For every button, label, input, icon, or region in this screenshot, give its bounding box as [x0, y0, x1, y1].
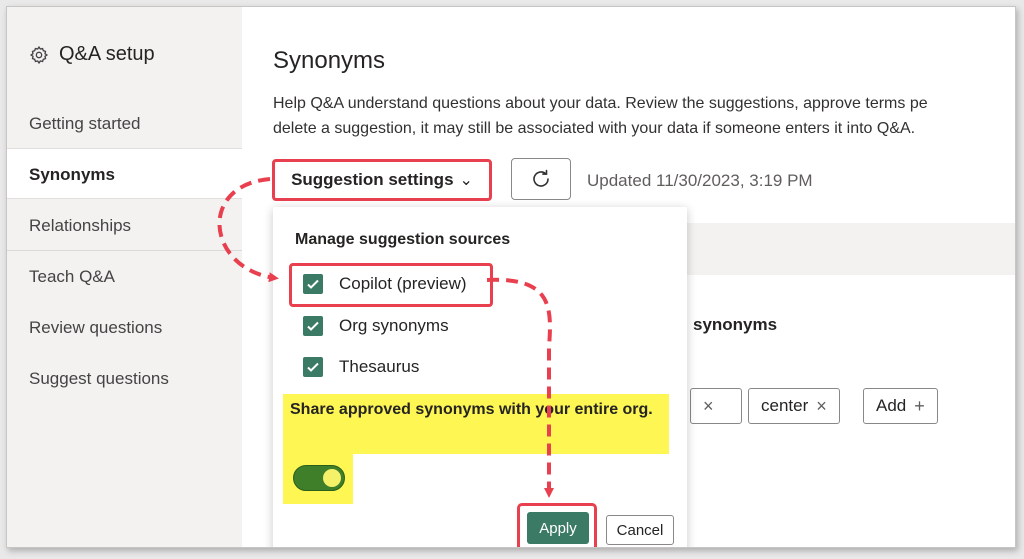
- toggle-knob: [323, 469, 341, 487]
- source-label: Copilot (preview): [339, 274, 467, 293]
- suggestion-settings-label: Suggestion settings: [291, 170, 454, 189]
- remove-icon[interactable]: ×: [703, 396, 714, 417]
- page-description: Help Q&A understand questions about your…: [273, 91, 1015, 141]
- source-copilot[interactable]: Copilot (preview): [303, 274, 467, 294]
- refresh-button[interactable]: [511, 158, 571, 200]
- sidebar-item-review-questions[interactable]: Review questions: [7, 301, 242, 352]
- column-header-synonyms: synonyms: [693, 315, 778, 334]
- sidebar-title-text: Q&A setup: [59, 43, 155, 65]
- synonym-chip-partial[interactable]: ×: [690, 388, 742, 424]
- cancel-button[interactable]: Cancel: [606, 515, 674, 545]
- sidebar: Q&A setup Getting started Synonyms Relat…: [7, 7, 242, 547]
- table-header-band: [687, 223, 1015, 275]
- plus-icon: +: [914, 395, 925, 416]
- sidebar-item-relationships[interactable]: Relationships: [7, 199, 242, 250]
- sidebar-item-getting-started[interactable]: Getting started: [7, 97, 242, 148]
- sidebar-item-teach-qa[interactable]: Teach Q&A: [7, 250, 242, 301]
- chevron-down-icon: ⌄: [459, 172, 473, 189]
- updated-timestamp: Updated 11/30/2023, 3:19 PM: [587, 171, 813, 190]
- description-line-2: delete a suggestion, it may still be ass…: [273, 120, 916, 137]
- sidebar-item-suggest-questions[interactable]: Suggest questions: [7, 352, 242, 403]
- panel-heading: Manage suggestion sources: [295, 231, 511, 248]
- share-synonyms-label: Share approved synonyms with your entire…: [290, 401, 653, 418]
- suggestion-settings-button[interactable]: Suggestion settings ⌄: [272, 159, 492, 201]
- sidebar-nav: Getting started Synonyms Relationships T…: [7, 97, 242, 403]
- synonym-chip-center[interactable]: center ×: [748, 388, 840, 424]
- sidebar-title: Q&A setup: [29, 43, 155, 66]
- share-synonyms-toggle[interactable]: [293, 465, 345, 491]
- remove-icon[interactable]: ×: [816, 396, 827, 417]
- checkbox-checked-icon[interactable]: [303, 274, 323, 294]
- suggestion-settings-panel: Manage suggestion sources Copilot (previ…: [273, 207, 687, 547]
- gear-icon: [29, 45, 49, 64]
- source-org-synonyms[interactable]: Org synonyms: [303, 316, 449, 336]
- add-synonym-button[interactable]: Add +: [863, 388, 938, 424]
- source-label: Thesaurus: [339, 357, 420, 376]
- sidebar-item-synonyms[interactable]: Synonyms: [7, 148, 242, 199]
- refresh-icon: [533, 169, 549, 187]
- checkbox-checked-icon[interactable]: [303, 357, 323, 377]
- source-label: Org synonyms: [339, 316, 449, 335]
- synonym-chip-label: center: [761, 396, 809, 415]
- app-window: Q&A setup Getting started Synonyms Relat…: [6, 6, 1016, 548]
- checkbox-checked-icon[interactable]: [303, 316, 323, 336]
- apply-button[interactable]: Apply: [527, 512, 589, 544]
- add-label: Add: [876, 396, 907, 415]
- source-thesaurus[interactable]: Thesaurus: [303, 357, 419, 377]
- description-line-1: Help Q&A understand questions about your…: [273, 95, 928, 112]
- page-title: Synonyms: [273, 47, 386, 74]
